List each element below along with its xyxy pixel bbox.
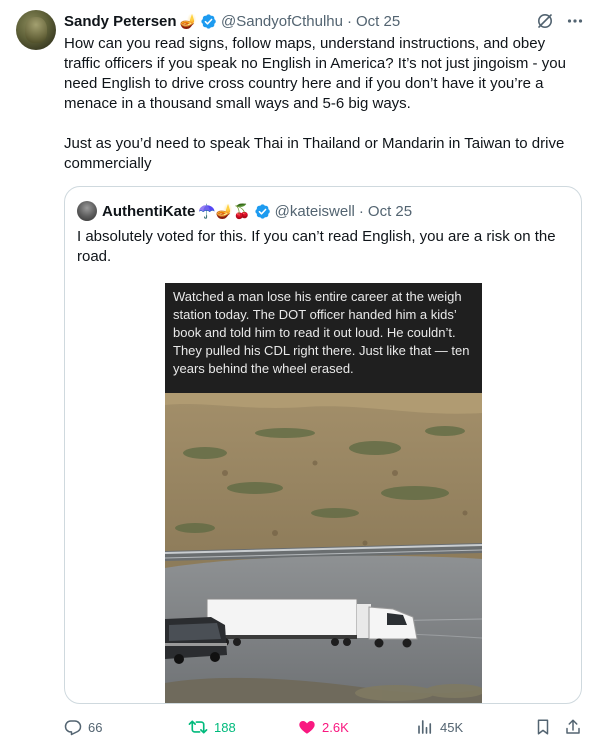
repost-button[interactable]: 188 (188, 714, 236, 740)
like-icon (299, 721, 315, 734)
reply-button[interactable]: 66 (64, 714, 102, 740)
truck-lot-photo (165, 393, 482, 703)
tweet-actions: 66 188 2.6K 45K (64, 714, 584, 740)
more-icon[interactable] (566, 12, 584, 30)
tweet-header: Sandy Petersen 🪔 @SandyofCthulhu · Oct 2… (64, 10, 400, 32)
like-button[interactable]: 2.6K (298, 714, 349, 740)
verified-badge-icon (201, 13, 216, 29)
separator-dot: · (358, 202, 364, 220)
timestamp[interactable]: Oct 25 (356, 13, 400, 30)
media-caption: Watched a man lose his entire career at … (165, 283, 482, 393)
quoted-author-handle: @kateiswell (274, 202, 355, 220)
share-button[interactable] (564, 714, 588, 740)
repost-icon (188, 720, 208, 734)
verified-badge-icon (255, 203, 270, 219)
quoted-avatar (77, 201, 97, 221)
quoted-timestamp: Oct 25 (367, 202, 413, 220)
share-icon (566, 719, 580, 734)
author-emoji: 🪔 (179, 13, 197, 29)
quoted-tweet-text: I absolutely voted for this. If you can’… (77, 228, 556, 265)
tweet-paragraph: Just as you’d need to speak Thai in Thai… (64, 135, 565, 172)
quoted-media-image[interactable]: Watched a man lose his entire career at … (165, 283, 482, 703)
view-count: 45K (440, 719, 464, 735)
quoted-tweet-header: AuthentiKate ☂️🪔🍒 @kateiswell · Oct 25 (77, 201, 412, 221)
quoted-author-emojis: ☂️🪔🍒 (198, 203, 251, 219)
views-icon (418, 720, 432, 734)
like-count: 2.6K (322, 719, 349, 735)
bookmark-icon (537, 719, 549, 735)
repost-count: 188 (214, 719, 236, 735)
tweet[interactable]: Sandy Petersen 🪔 @SandyofCthulhu · Oct 2… (0, 0, 598, 748)
tweet-text: How can you read signs, follow maps, und… (64, 34, 584, 194)
reply-icon (64, 720, 82, 736)
author-handle[interactable]: @SandyofCthulhu (221, 13, 343, 30)
author-name[interactable]: Sandy Petersen (64, 13, 177, 30)
views-button[interactable]: 45K (416, 714, 463, 740)
avatar[interactable] (16, 10, 56, 50)
separator-dot: · (346, 12, 352, 30)
tweet-paragraph: How can you read signs, follow maps, und… (64, 35, 566, 112)
quoted-tweet[interactable]: AuthentiKate ☂️🪔🍒 @kateiswell · Oct 25 I… (64, 186, 582, 704)
top-right-actions (536, 12, 584, 30)
quoted-author-name: AuthentiKate (102, 202, 196, 220)
grok-icon[interactable] (536, 12, 554, 30)
bookmark-button[interactable] (534, 714, 558, 740)
reply-count: 66 (88, 719, 103, 735)
